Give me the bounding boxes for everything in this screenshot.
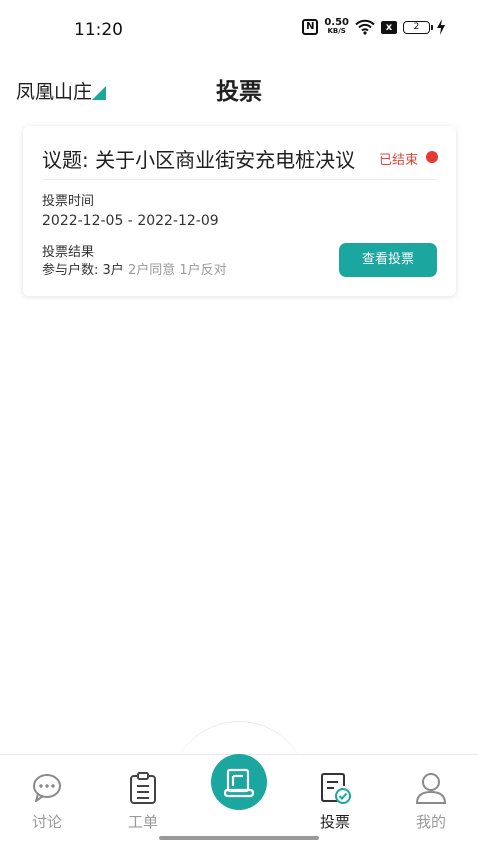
home-indicator — [159, 836, 319, 840]
nfc-icon: N — [302, 19, 319, 35]
chat-icon — [33, 774, 61, 802]
vote-card[interactable]: 议题: 关于小区商业街安充电桩决议 已结束 投票时间 2022-12-05 - … — [23, 126, 456, 296]
vote-topic: 议题: 关于小区商业街安充电桩决议 — [42, 148, 356, 172]
battery-icon: 2 — [403, 20, 433, 34]
nav-item-workorder[interactable]: 工单 — [108, 771, 178, 832]
vote-icon — [321, 773, 351, 804]
nav-label-vote: 投票 — [319, 813, 350, 831]
clipboard-icon — [130, 772, 156, 804]
nav-label-discussion: 讨论 — [31, 813, 62, 831]
center-action-button[interactable] — [211, 754, 267, 810]
nav-item-profile[interactable]: 我的 — [396, 771, 466, 832]
status-dot-icon — [426, 151, 438, 163]
net-speed-value: 0.50 — [324, 17, 349, 28]
status-icons: N 0.50 KB/S x 2 — [302, 18, 446, 36]
vote-participants: 参与户数: 3户 2户同意 1户反对 — [42, 259, 227, 278]
vote-time-value: 2022-12-05 - 2022-12-09 — [42, 213, 219, 229]
vote-time-label: 投票时间 — [42, 194, 95, 209]
agree-count: 2户同意 — [127, 263, 176, 278]
user-icon — [415, 773, 447, 804]
vote-status-badge: 已结束 — [378, 153, 418, 168]
participant-count: 参与户数: 3户 — [42, 263, 124, 278]
nav-item-vote[interactable]: 投票 — [300, 771, 370, 832]
nav-item-discussion[interactable]: 讨论 — [12, 771, 82, 832]
vote-result-label: 投票结果 — [42, 245, 95, 260]
nav-label-profile: 我的 — [415, 813, 446, 831]
page-title: 投票 — [216, 79, 262, 105]
scroll-icon — [223, 768, 255, 798]
nav-label-workorder: 工单 — [127, 813, 158, 831]
wifi-icon — [355, 19, 375, 35]
view-vote-button[interactable]: 查看投票 — [339, 243, 437, 277]
card-divider — [42, 179, 437, 180]
charging-icon — [437, 19, 445, 35]
header: 凤凰山庄 投票 — [0, 60, 478, 116]
status-time: 11:20 — [74, 20, 123, 40]
oppose-count: 1户反对 — [179, 263, 227, 278]
status-bar: 11:20 N 0.50 KB/S x 2 — [0, 0, 478, 60]
net-speed-unit: KB/S — [327, 27, 346, 35]
net-speed: 0.50 KB/S — [324, 18, 349, 36]
sim-icon: x — [381, 20, 397, 34]
